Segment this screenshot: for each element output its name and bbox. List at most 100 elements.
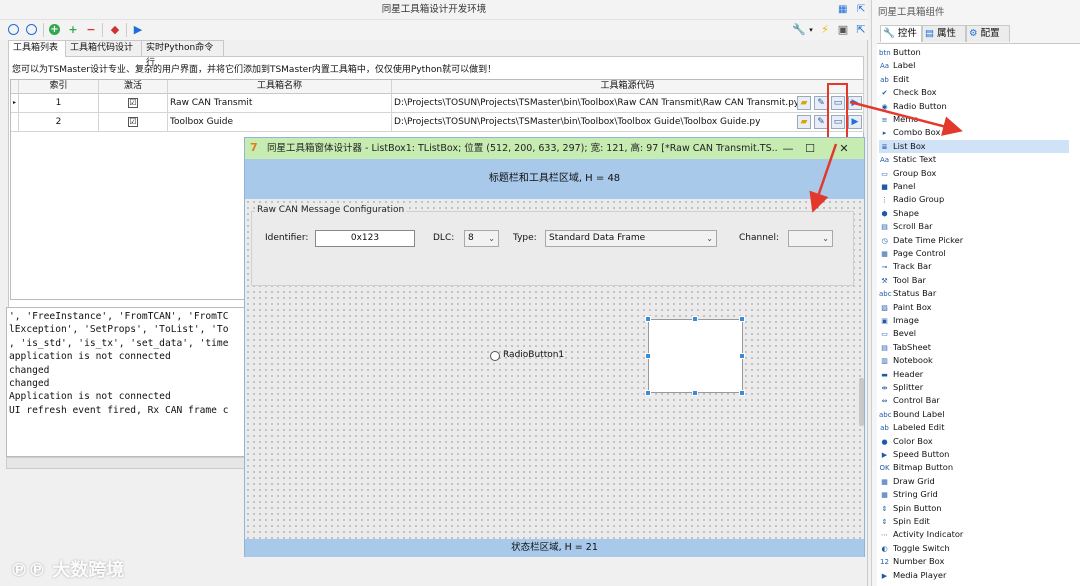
edit-icon[interactable]: ✎ bbox=[814, 115, 828, 129]
palette-item-radio-button[interactable]: ◉ Radio Button bbox=[879, 100, 1069, 113]
palette-item-bevel[interactable]: ▭ Bevel bbox=[879, 327, 1069, 340]
tab-toolbox-code[interactable]: 工具箱代码设计 bbox=[65, 40, 142, 56]
palette-item-header[interactable]: ▬ Header bbox=[879, 368, 1069, 381]
export-icon[interactable]: ⇱ bbox=[854, 23, 868, 37]
cell-active[interactable]: ☑ bbox=[99, 94, 168, 113]
channel-combo[interactable]: ⌄ bbox=[788, 230, 833, 247]
cell-path[interactable]: D:\Projects\TOSUN\Projects\TSMaster\bin\… bbox=[392, 113, 864, 132]
open-folder-icon[interactable]: ▰ bbox=[797, 115, 811, 129]
palette-item-spin-button[interactable]: ⇕ Spin Button bbox=[879, 502, 1069, 515]
checkbox-icon[interactable]: ☑ bbox=[128, 117, 138, 127]
col-index[interactable]: 索引 bbox=[19, 80, 99, 94]
palette-item-edit[interactable]: ab Edit bbox=[879, 73, 1069, 86]
resize-handle[interactable] bbox=[692, 390, 698, 396]
checkbox-icon[interactable]: ☑ bbox=[128, 98, 138, 108]
palette-item-bound-label[interactable]: abcBound Label bbox=[879, 408, 1069, 421]
run-icon[interactable]: ▶ bbox=[848, 96, 862, 110]
remove-icon[interactable]: − bbox=[84, 23, 98, 37]
resize-handle[interactable] bbox=[645, 316, 651, 322]
lightning-icon[interactable]: ⚡ bbox=[818, 23, 832, 37]
circle-icon[interactable] bbox=[26, 24, 37, 35]
palette-item-page-control[interactable]: ▦ Page Control bbox=[879, 247, 1069, 260]
col-source[interactable]: 工具箱源代码 bbox=[392, 80, 864, 94]
palette-item-media-player[interactable]: ▶ Media Player bbox=[879, 569, 1069, 582]
record-circle-icon[interactable] bbox=[8, 24, 19, 35]
cell-index[interactable]: 1 bbox=[19, 94, 99, 113]
palette-item-spin-edit[interactable]: ⇕ Spin Edit bbox=[879, 515, 1069, 528]
document-icon: ▤ bbox=[925, 28, 934, 39]
resize-handle[interactable] bbox=[645, 390, 651, 396]
palette-item-shape[interactable]: ⬢ Shape bbox=[879, 207, 1069, 220]
resize-handle[interactable] bbox=[692, 316, 698, 322]
palette-item-button[interactable]: btn Button bbox=[879, 46, 1069, 59]
tab-toolbox-list[interactable]: 工具箱列表 bbox=[8, 40, 66, 57]
edit-icon[interactable]: ✎ bbox=[814, 96, 828, 110]
palette-item-notebook[interactable]: ▥ Notebook bbox=[879, 354, 1069, 367]
palette-item-bitmap-button[interactable]: OK Bitmap Button bbox=[879, 461, 1069, 474]
palette-item-paint-box[interactable]: ▨ Paint Box bbox=[879, 301, 1069, 314]
palette-item-radio-group[interactable]: ⋮ Radio Group bbox=[879, 193, 1069, 206]
resize-handle[interactable] bbox=[739, 390, 745, 396]
eraser-icon[interactable]: ◆ bbox=[108, 23, 122, 37]
palette-item-status-bar[interactable]: abcStatus Bar bbox=[879, 287, 1069, 300]
palette-item-tool-bar[interactable]: ⚒ Tool Bar bbox=[879, 274, 1069, 287]
external-icon[interactable]: ⇱ bbox=[857, 4, 865, 15]
save-icon[interactable]: ▦ bbox=[838, 4, 847, 15]
palette-item-combo-box[interactable]: ▸ Combo Box bbox=[879, 126, 1069, 139]
list-box[interactable] bbox=[648, 319, 743, 393]
palette-item-label[interactable]: Aa Label bbox=[879, 59, 1069, 72]
palette-item-toggle-switch[interactable]: ◐ Toggle Switch bbox=[879, 542, 1069, 555]
cell-name[interactable]: Toolbox Guide bbox=[168, 113, 392, 132]
palette-item-control-bar[interactable]: ⇔ Control Bar bbox=[879, 394, 1069, 407]
palette-item-activity-indicator[interactable]: ⋯ Activity Indicator bbox=[879, 528, 1069, 541]
palette-item-speed-button[interactable]: ▶ Speed Button bbox=[879, 448, 1069, 461]
close-icon[interactable]: ✕ bbox=[833, 138, 855, 159]
add-icon[interactable]: + bbox=[66, 23, 80, 37]
tab-python-cli[interactable]: 实时Python命令行 bbox=[141, 40, 224, 68]
dropdown-icon[interactable]: ▾ bbox=[804, 23, 818, 37]
cell-path[interactable]: D:\Projects\TOSUN\Projects\TSMaster\bin\… bbox=[392, 94, 864, 113]
palette-item-number-box[interactable]: 12 Number Box bbox=[879, 555, 1069, 568]
resize-handle[interactable] bbox=[645, 353, 651, 359]
palette-item-labeled-edit[interactable]: ab Labeled Edit bbox=[879, 421, 1069, 434]
tab-properties[interactable]: ▤ 属性 bbox=[922, 25, 966, 42]
tab-config[interactable]: ⚙ 配置 bbox=[966, 25, 1010, 42]
radio-button-icon[interactable] bbox=[490, 351, 500, 361]
type-combo[interactable]: Standard Data Frame ⌄ bbox=[545, 230, 717, 247]
palette-item-splitter[interactable]: ⇹ Splitter bbox=[879, 381, 1069, 394]
run-icon[interactable]: ▶ bbox=[848, 115, 862, 129]
palette-item-check-box[interactable]: ✔ Check Box bbox=[879, 86, 1069, 99]
cell-active[interactable]: ☑ bbox=[99, 113, 168, 132]
resize-handle[interactable] bbox=[739, 353, 745, 359]
palette-item-tabsheet[interactable]: ▤ TabSheet bbox=[879, 341, 1069, 354]
config-group-box[interactable]: Identifier: 0x123 DLC: 8 ⌄ Type: Standard… bbox=[251, 211, 854, 286]
dlc-combo[interactable]: 8 ⌄ bbox=[464, 230, 499, 247]
radio-button-label[interactable]: RadioButton1 bbox=[503, 350, 564, 360]
col-name[interactable]: 工具箱名称 bbox=[168, 80, 392, 94]
palette-item-group-box[interactable]: ▭ Group Box bbox=[879, 167, 1069, 180]
cell-name[interactable]: Raw CAN Transmit bbox=[168, 94, 392, 113]
palette-item-scroll-bar[interactable]: ▤ Scroll Bar bbox=[879, 220, 1069, 233]
window-icon[interactable]: ▣ bbox=[836, 23, 850, 37]
resize-handle[interactable] bbox=[739, 316, 745, 322]
add-circle-icon[interactable]: + bbox=[49, 24, 60, 35]
palette-item-panel[interactable]: ■ Panel bbox=[879, 180, 1069, 193]
minimize-icon[interactable]: — bbox=[777, 138, 799, 159]
cell-index[interactable]: 2 bbox=[19, 113, 99, 132]
palette-item-string-grid[interactable]: ▦ String Grid bbox=[879, 488, 1069, 501]
palette-item-color-box[interactable]: ● Color Box bbox=[879, 435, 1069, 448]
maximize-icon[interactable]: ☐ bbox=[799, 138, 821, 159]
tab-controls[interactable]: 🔧 控件 bbox=[880, 25, 922, 42]
identifier-input[interactable]: 0x123 bbox=[315, 230, 415, 247]
open-folder-icon[interactable]: ▰ bbox=[797, 96, 811, 110]
canvas-scrollbar[interactable] bbox=[859, 378, 864, 426]
palette-item-track-bar[interactable]: ⊸ Track Bar bbox=[879, 260, 1069, 273]
palette-item-list-box[interactable]: ≣ List Box bbox=[879, 139, 1069, 154]
palette-item-draw-grid[interactable]: ▦ Draw Grid bbox=[879, 475, 1069, 488]
palette-item-image[interactable]: ▣ Image bbox=[879, 314, 1069, 327]
palette-item-date-time-picker[interactable]: ◷ Date Time Picker bbox=[879, 234, 1069, 247]
col-active[interactable]: 激活 bbox=[99, 80, 168, 94]
run-icon[interactable]: ▶ bbox=[131, 23, 145, 37]
palette-item-memo[interactable]: ≡ Memo bbox=[879, 113, 1069, 126]
palette-item-static-text[interactable]: Aa Static Text bbox=[879, 153, 1069, 166]
